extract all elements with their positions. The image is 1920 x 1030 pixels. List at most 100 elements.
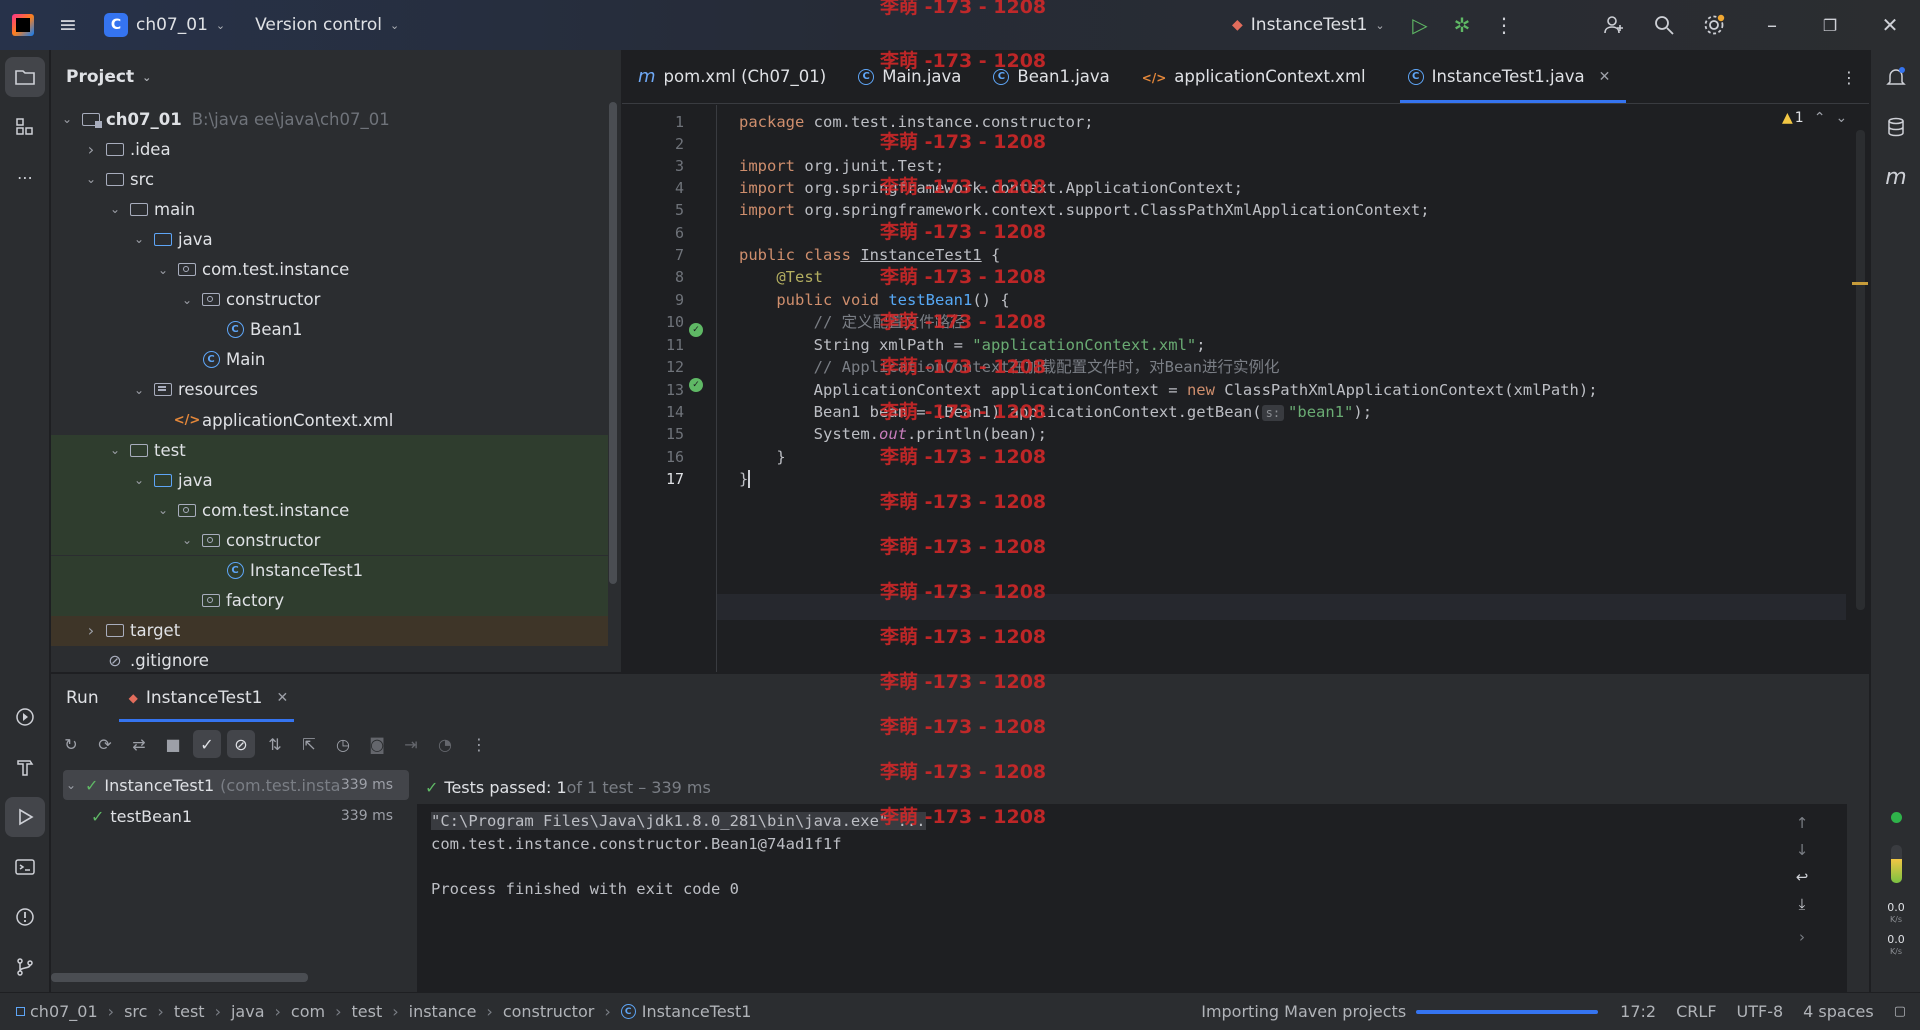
arrow-down-icon[interactable]: ↓ (1787, 837, 1817, 864)
editor-tab[interactable]: C Main.java (842, 50, 977, 103)
history-icon[interactable]: ◷ (329, 730, 357, 758)
more-vertical-icon[interactable]: ⋮ (1484, 5, 1524, 45)
git-branch-icon[interactable] (5, 947, 45, 987)
project-panel-header[interactable]: Project ⌄ (51, 50, 621, 104)
tree-item[interactable]: › target (51, 615, 608, 646)
collapse-icon[interactable]: ⇱ (295, 730, 323, 758)
run-test-gutter-icon[interactable]: ✓ (689, 323, 703, 337)
more-vertical-icon[interactable]: ⋮ (465, 730, 493, 758)
chevron-down-icon[interactable]: ⌄ (131, 383, 147, 397)
notifications-bell-icon[interactable] (1876, 57, 1916, 97)
background-task-label[interactable]: Importing Maven projects (1201, 1002, 1406, 1021)
chevron-down-icon[interactable]: ⌄ (1835, 110, 1847, 126)
project-folder-icon[interactable] (5, 57, 45, 97)
test-tree-scrollbar[interactable] (51, 973, 308, 982)
tree-item[interactable]: C Main (51, 345, 608, 375)
restore-icon[interactable]: ❐ (1810, 5, 1850, 45)
chevron-down-icon[interactable]: ⌄ (131, 232, 147, 246)
arrow-up-icon[interactable]: ↑ (1787, 810, 1817, 837)
tree-item[interactable]: </> applicationContext.xml (51, 405, 608, 435)
tree-item[interactable]: ⌄ src (51, 164, 608, 194)
tree-item[interactable]: ⌄ resources (51, 375, 608, 405)
more-horizontal-icon[interactable]: ⋯ (5, 157, 45, 197)
breadcrumb-item[interactable]: constructor (503, 1002, 595, 1021)
method-name-token[interactable]: testBean1 (888, 291, 972, 309)
inspection-widget[interactable]: ▲ 1 ⌃ ⌄ (1782, 110, 1847, 126)
search-icon[interactable] (1644, 5, 1684, 45)
code-editor[interactable]: package com.test.instance.constructor; i… (716, 105, 1846, 672)
import-icon[interactable]: ⇥ (397, 730, 425, 758)
chevron-down-icon[interactable]: ⌄ (107, 443, 123, 457)
minimize-icon[interactable]: – (1752, 5, 1792, 45)
breadcrumb-item[interactable]: instance (409, 1002, 477, 1021)
problems-icon[interactable] (5, 897, 45, 937)
chevron-down-icon[interactable]: ⌄ (179, 293, 195, 307)
tree-item[interactable]: ⌄ com.test.instance (51, 255, 608, 285)
tree-item[interactable]: ⌄ constructor (51, 285, 608, 315)
run-config-selector[interactable]: ◆ InstanceTest1 ⌄ (1232, 15, 1385, 35)
chevron-right-icon[interactable]: › (1787, 924, 1817, 951)
structure-icon[interactable] (5, 107, 45, 147)
editor-tab[interactable]: C Bean1.java (977, 50, 1125, 103)
tabs-more-icon[interactable]: ⋮ (1834, 62, 1864, 92)
tree-item[interactable]: ⌄ constructor (51, 525, 608, 556)
show-passed-icon[interactable]: ✓ (193, 730, 221, 758)
run-tool-icon[interactable] (5, 797, 45, 837)
line-separator[interactable]: CRLF (1676, 1002, 1716, 1021)
tree-item[interactable]: ⌄ java (51, 465, 608, 496)
breadcrumb-item[interactable]: java (231, 1002, 265, 1021)
app-logo-icon[interactable] (12, 14, 34, 36)
lock-icon[interactable]: ▢ (1894, 1004, 1906, 1019)
chevron-down-icon[interactable]: ⌄ (59, 112, 75, 126)
build-hammer-icon[interactable] (5, 747, 45, 787)
close-icon[interactable]: ✕ (276, 690, 288, 706)
chevron-down-icon[interactable]: ⌄ (83, 172, 99, 186)
run-icon[interactable]: ▷ (1400, 5, 1440, 45)
chevron-right-icon[interactable]: › (83, 621, 99, 640)
chevron-down-icon[interactable]: ⌄ (155, 263, 171, 277)
services-icon[interactable] (5, 697, 45, 737)
test-row-method[interactable]: ✓ testBean1 339 ms (63, 801, 409, 831)
test-row-class[interactable]: ⌄ ✓ InstanceTest1 (com.test.insta 339 ms (63, 770, 409, 800)
tree-item[interactable]: ⊘ .gitignore (51, 646, 608, 672)
tree-item[interactable]: ⌄ com.test.instance (51, 495, 608, 526)
toggle-auto-test-icon[interactable]: ⇄ (125, 730, 153, 758)
settings-gear-icon[interactable] (1694, 5, 1734, 45)
breadcrumb-item[interactable]: com (291, 1002, 325, 1021)
file-encoding[interactable]: UTF-8 (1737, 1002, 1784, 1021)
run-test-gutter-icon[interactable]: ✓ (689, 378, 703, 392)
screenshot-icon[interactable]: ◙ (363, 730, 391, 758)
tree-item[interactable]: ⌄ main (51, 194, 608, 224)
main-menu-icon[interactable]: ≡ (48, 5, 88, 45)
soft-wrap-icon[interactable]: ↩ (1787, 864, 1817, 891)
project-selector[interactable]: C ch07_01 ⌄ (104, 13, 225, 37)
rerun-failed-icon[interactable]: ⟳ (91, 730, 119, 758)
add-user-icon[interactable] (1594, 5, 1634, 45)
maven-icon[interactable]: m (1876, 157, 1916, 197)
run-config-tab[interactable]: ◆ InstanceTest1 ✕ (118, 674, 295, 722)
tree-item[interactable]: ⌄ test (51, 435, 608, 466)
class-name-token[interactable]: InstanceTest1 (860, 246, 981, 264)
tree-item[interactable]: ⌄ java (51, 224, 608, 254)
breadcrumb-item[interactable]: ch07_01 (16, 1002, 98, 1021)
tree-item[interactable]: factory (51, 585, 608, 616)
tree-item[interactable]: C InstanceTest1 (51, 555, 608, 586)
breadcrumb-item[interactable]: C InstanceTest1 (620, 1002, 751, 1021)
close-icon[interactable]: ✕ (1870, 5, 1910, 45)
chevron-down-icon[interactable]: ⌄ (155, 503, 171, 517)
coverage-icon[interactable]: ◔ (431, 730, 459, 758)
close-icon[interactable]: ✕ (1599, 69, 1611, 85)
editor-tab[interactable]: </> applicationContext.xml (1126, 50, 1382, 103)
editor-tab[interactable]: m pom.xml (Ch07_01) (622, 50, 842, 103)
chevron-up-icon[interactable]: ⌃ (1814, 110, 1826, 126)
terminal-icon[interactable] (5, 847, 45, 887)
chevron-right-icon[interactable]: › (83, 140, 99, 159)
tree-item[interactable]: ⌄ ch07_01 B:\java ee\java\ch07_01 (51, 104, 608, 134)
stop-icon[interactable]: ■ (159, 730, 187, 758)
tree-item[interactable]: › .idea (51, 134, 608, 164)
project-scrollbar[interactable] (609, 102, 617, 584)
sort-icon[interactable]: ⇅ (261, 730, 289, 758)
breadcrumb-item[interactable]: src (124, 1002, 147, 1021)
breadcrumb-item[interactable]: test (174, 1002, 205, 1021)
editor-scrollbar[interactable] (1856, 130, 1865, 610)
